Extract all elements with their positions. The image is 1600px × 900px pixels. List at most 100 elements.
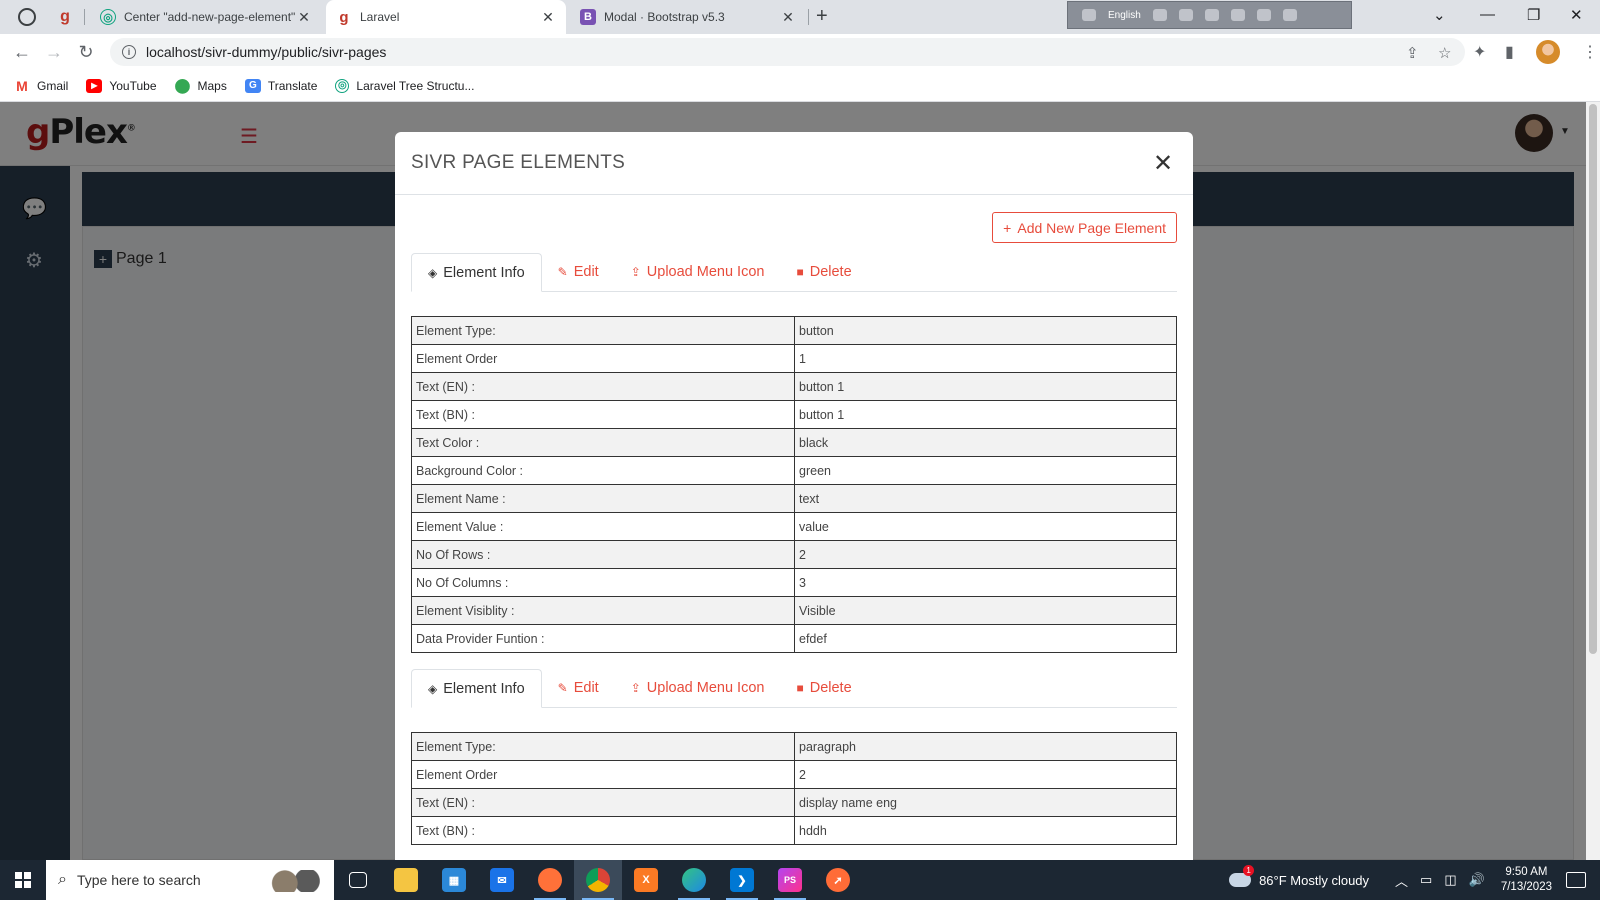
row-label: No Of Columns : [411, 568, 795, 597]
taskbar-phpstorm[interactable]: PS [766, 860, 814, 900]
close-icon[interactable]: ✕ [780, 9, 796, 26]
settings-icon [1204, 9, 1219, 21]
clock-time: 9:50 AM [1505, 866, 1548, 878]
taskbar-postman[interactable]: ➚ [814, 860, 862, 900]
table-row: Element Visiblity : Visible [411, 596, 1177, 625]
tab-upload-menu-icon[interactable]: ⇪ Upload Menu Icon [615, 252, 781, 291]
clock-date: 7/13/2023 [1500, 881, 1552, 893]
forward-icon[interactable]: → [42, 40, 66, 64]
tab-delete[interactable]: ■ Delete [780, 252, 867, 291]
add-new-page-element-button[interactable]: + Add New Page Element [992, 212, 1177, 243]
profile-avatar[interactable] [1536, 40, 1560, 64]
side-panel-icon[interactable]: ▮ [1505, 42, 1514, 62]
taskbar-store[interactable]: ▦ [430, 860, 478, 900]
bookmark-label: Laravel Tree Structu... [356, 78, 475, 93]
back-icon[interactable]: ← [10, 40, 34, 64]
row-label: Background Color : [411, 456, 795, 485]
close-icon[interactable]: ✕ [540, 9, 556, 26]
row-label: Element Name : [411, 484, 795, 513]
keyboard-icon [1152, 9, 1167, 21]
vscode-icon: ❯ [730, 868, 754, 892]
bookmark-star-icon[interactable]: ☆ [1438, 44, 1451, 62]
tab-bootstrap[interactable]: B Modal · Bootstrap v5.3 ✕ [570, 0, 806, 34]
close-icon[interactable]: ✕ [296, 9, 312, 26]
row-value: button 1 [794, 372, 1177, 401]
share-icon[interactable]: ⇪ [1406, 44, 1419, 62]
bookmark-maps[interactable]: ⬤ Maps [175, 77, 227, 93]
network-icon[interactable]: ▭ [1420, 872, 1432, 888]
tab-edit[interactable]: ✎ Edit [542, 252, 615, 291]
weather-text: 86°F Mostly cloudy [1259, 872, 1370, 888]
tab-label: Edit [573, 263, 599, 280]
taskbar-mail[interactable]: ✉ [478, 860, 526, 900]
ime-language-bar[interactable]: English [1067, 1, 1352, 29]
url-text[interactable]: localhost/sivr-dummy/public/sivr-pages [146, 44, 386, 60]
laravel-tab-icon: g [339, 8, 349, 26]
taskbar-xampp[interactable]: X [622, 860, 670, 900]
row-label: Text (EN) : [411, 372, 795, 401]
new-tab-button[interactable]: + [816, 5, 828, 28]
taskbar-chrome[interactable] [574, 860, 622, 900]
bookmarks-bar: M Gmail ▶ YouTube ⬤ Maps G Translate ◎ L… [0, 70, 1600, 102]
element-info-table: Element Type: button Element Order 1 Text … [411, 316, 1177, 653]
row-value: value [794, 512, 1177, 541]
task-view-icon [349, 872, 367, 888]
pinned-laravel-tab-icon[interactable]: g [56, 8, 74, 26]
taskbar-vscode[interactable]: ❯ [718, 860, 766, 900]
address-bar[interactable]: i localhost/sivr-dummy/public/sivr-pages… [110, 38, 1465, 66]
weather-widget[interactable]: 86°F Mostly cloudy [1229, 865, 1370, 888]
tab-element-info[interactable]: ◈ Element Info [411, 669, 542, 708]
site-info-icon[interactable]: i [122, 45, 136, 59]
volume-icon[interactable]: 🔊 [1469, 872, 1485, 888]
sivr-page-elements-modal: SIVR PAGE ELEMENTS ✕ + Add New Page Elem… [395, 132, 1193, 872]
row-value: Visible [794, 596, 1177, 625]
tab-upload-menu-icon[interactable]: ⇪ Upload Menu Icon [615, 668, 781, 707]
minimize-button[interactable]: — [1480, 6, 1495, 23]
modal-header: SIVR PAGE ELEMENTS ✕ [395, 132, 1193, 195]
menu-kebab-icon[interactable]: ⋮ [1582, 42, 1598, 62]
tab-label: Element Info [443, 680, 525, 697]
row-label: Data Provider Funtion : [411, 624, 795, 653]
element-tabs: ◈ Element Info ✎ Edit ⇪ Upload Menu Icon… [411, 253, 1177, 292]
tab-edit[interactable]: ✎ Edit [542, 668, 615, 707]
upload-icon: ⇪ [630, 264, 641, 279]
taskbar-file-explorer[interactable] [382, 860, 430, 900]
page-scrollbar[interactable] [1586, 102, 1600, 860]
row-value: efdef [794, 624, 1177, 653]
tab-laravel[interactable]: g Laravel ✕ [326, 0, 566, 34]
tab-label: Center "add-new-page-element" b [124, 10, 296, 24]
modal-close-button[interactable]: ✕ [1149, 149, 1177, 178]
taskbar-edge[interactable] [670, 860, 718, 900]
bookmark-translate[interactable]: G Translate [244, 78, 317, 93]
modal-title: SIVR PAGE ELEMENTS [411, 152, 626, 173]
clock[interactable]: 9:50 AM 7/13/2023 [1501, 865, 1552, 895]
chrome-icon [586, 868, 610, 892]
chevron-up-icon[interactable]: ︿ [1395, 871, 1408, 890]
taskbar-search[interactable]: ⌕ Type here to search [46, 860, 334, 900]
extensions-icon[interactable]: ✦ [1473, 42, 1486, 62]
bookmark-gmail[interactable]: M Gmail [14, 78, 68, 94]
tab-label: Laravel [360, 10, 400, 24]
table-row: Text (EN) : display name eng [411, 788, 1177, 817]
table-row: Element Type: paragraph [411, 732, 1177, 761]
window-close-button[interactable]: ✕ [1570, 6, 1583, 24]
bookmark-laravel-tree[interactable]: ◎ Laravel Tree Structu... [335, 78, 475, 93]
start-button[interactable] [0, 860, 46, 900]
meet-now-icon[interactable]: ◫ [1444, 872, 1456, 888]
tab-list-chevron-icon[interactable]: ⌄ [1433, 6, 1446, 24]
notifications-icon[interactable] [1566, 872, 1586, 888]
row-label: Text (EN) : [411, 788, 795, 817]
tab-delete[interactable]: ■ Delete [780, 668, 867, 707]
task-view-button[interactable] [334, 860, 382, 900]
taskbar-firefox[interactable] [526, 860, 574, 900]
phpstorm-icon: PS [778, 868, 802, 892]
reload-icon[interactable]: ↻ [74, 40, 98, 64]
tab-chatgpt[interactable]: ◎ Center "add-new-page-element" b ✕ [90, 0, 322, 34]
scrollbar-thumb[interactable] [1589, 104, 1597, 654]
row-value: display name eng [794, 788, 1177, 817]
bookmark-youtube[interactable]: ▶ YouTube [86, 78, 157, 93]
restore-button[interactable]: ❐ [1527, 6, 1540, 24]
edge-icon [682, 868, 706, 892]
tab-search-icon[interactable] [18, 8, 36, 26]
tab-element-info[interactable]: ◈ Element Info [411, 253, 542, 292]
